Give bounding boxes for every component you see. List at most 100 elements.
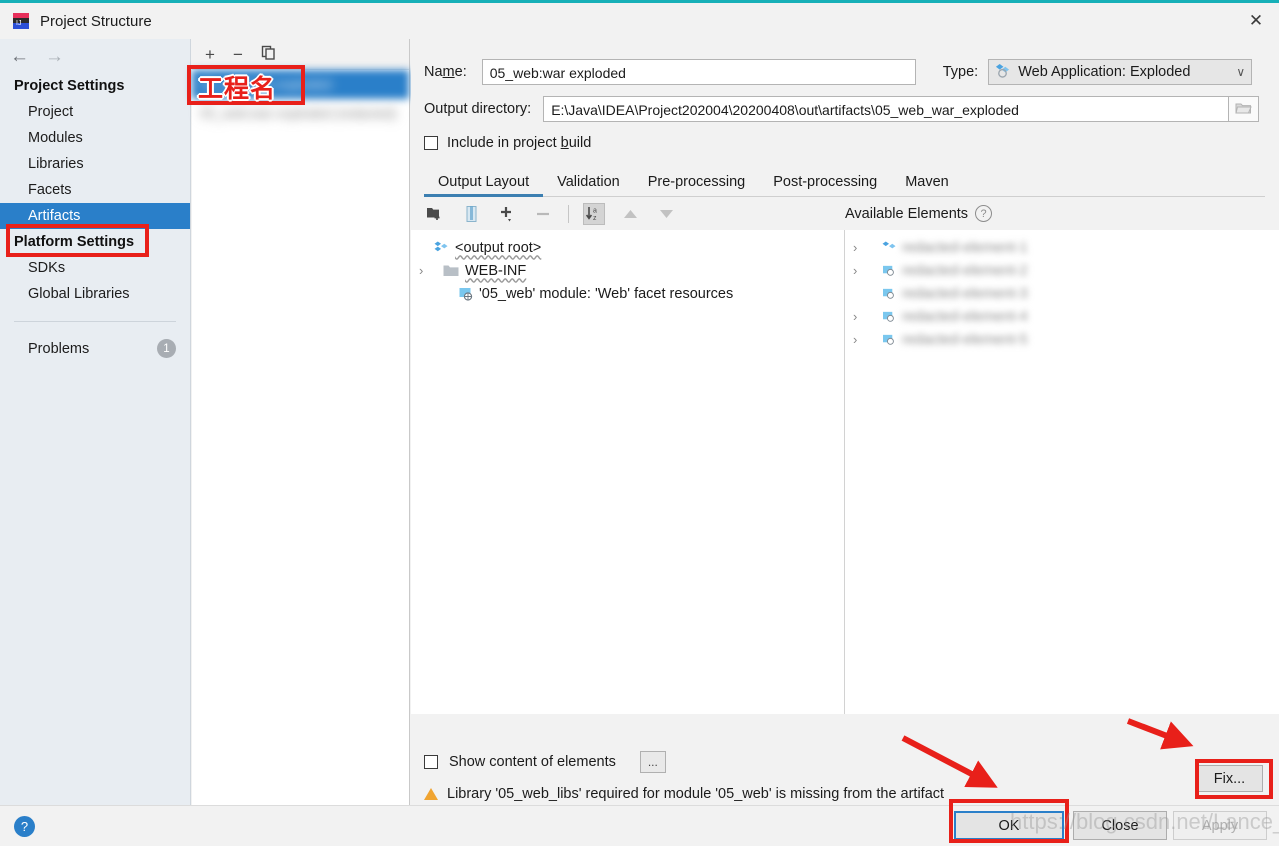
- list-item[interactable]: 05_web:war exploded: [192, 70, 409, 99]
- close-button[interactable]: Close: [1073, 811, 1167, 840]
- tree-label-redacted: redacted-element-3: [902, 285, 1028, 302]
- sidebar-item-problems[interactable]: Problems 1: [0, 334, 190, 363]
- sidebar-item-label: Project: [28, 104, 74, 120]
- tree-label-redacted: redacted-element-2: [902, 262, 1028, 279]
- tab-pre-processing[interactable]: Pre-processing: [634, 174, 760, 196]
- sidebar-item-facets[interactable]: Facets: [0, 177, 190, 203]
- tree-label-redacted: redacted-element-1: [902, 239, 1028, 256]
- svg-text:a: a: [593, 208, 597, 215]
- artifact-type-dropdown[interactable]: Web Application: Exploded ∨: [988, 59, 1253, 85]
- tree-row[interactable]: '05_web' module: 'Web' facet resources: [411, 282, 844, 305]
- forward-arrow-icon[interactable]: →: [45, 47, 64, 66]
- tree-row[interactable]: › redacted-element-1: [845, 236, 1279, 259]
- toolbar-separator: [568, 204, 569, 223]
- remove-element-icon: [532, 203, 554, 225]
- tree-label-redacted: redacted-element-4: [902, 308, 1028, 325]
- element-icon: [882, 333, 897, 346]
- sidebar-item-label: Facets: [28, 182, 72, 198]
- help-icon[interactable]: ?: [975, 205, 993, 222]
- create-archive-icon[interactable]: [460, 203, 482, 225]
- layout-tree-area: <output root> › WEB-INF '05_web' module:…: [411, 230, 1279, 714]
- include-in-project-build-row[interactable]: Include in project build: [411, 131, 1279, 155]
- output-layout-toolbar: a z Available Elements ?: [411, 197, 1279, 230]
- move-up-icon: [619, 203, 641, 225]
- available-elements-label: Available Elements: [845, 205, 969, 222]
- tab-post-processing[interactable]: Post-processing: [759, 174, 891, 196]
- browse-folder-button[interactable]: [1229, 96, 1260, 122]
- sidebar-item-label: Artifacts: [28, 208, 81, 224]
- copy-artifact-button[interactable]: [261, 45, 276, 63]
- tree-twisty-expand[interactable]: ›: [853, 240, 868, 255]
- remove-artifact-button[interactable]: −: [233, 46, 243, 63]
- artifact-name-input[interactable]: 05_web:war exploded: [481, 59, 916, 85]
- sidebar-item-artifacts[interactable]: Artifacts: [0, 203, 190, 229]
- ok-button[interactable]: OK: [954, 811, 1064, 840]
- tree-twisty-expand[interactable]: ›: [853, 332, 868, 347]
- sidebar-item-label: SDKs: [28, 260, 66, 276]
- dialog-footer: ? OK Close Apply: [0, 805, 1279, 846]
- sidebar-item-modules[interactable]: Modules: [0, 125, 190, 151]
- include-in-project-build-label: Include in project build: [447, 135, 592, 151]
- output-root-icon: [434, 241, 449, 254]
- tree-twisty-expand[interactable]: ›: [853, 263, 868, 278]
- tree-row[interactable]: <output root>: [411, 236, 844, 259]
- element-icon: [882, 287, 897, 300]
- show-content-row[interactable]: Show content of elements ...: [424, 745, 1279, 779]
- tree-twisty-expand[interactable]: ›: [419, 263, 434, 278]
- tree-row[interactable]: › WEB-INF: [411, 259, 844, 282]
- tab-maven[interactable]: Maven: [891, 174, 963, 196]
- apply-button: Apply: [1173, 811, 1267, 840]
- sidebar-item-label: Problems: [28, 340, 90, 357]
- artifacts-list-toolbar: + −: [192, 39, 409, 70]
- sidebar-item-global-libraries[interactable]: Global Libraries: [0, 281, 190, 307]
- tab-output-layout[interactable]: Output Layout: [424, 174, 544, 197]
- tree-row[interactable]: redacted-element-3: [845, 282, 1279, 305]
- detail-tabs: Output Layout Validation Pre-processing …: [424, 165, 1265, 197]
- show-content-of-elements-checkbox[interactable]: [424, 755, 438, 769]
- close-window-button[interactable]: ✕: [1233, 3, 1279, 39]
- move-down-icon: [655, 203, 677, 225]
- facet-resources-icon: [459, 287, 475, 301]
- available-elements-tree[interactable]: › redacted-element-1 › redacted-element-…: [845, 230, 1279, 714]
- artifact-name-redacted: 05_web:war exploded: [200, 77, 332, 92]
- add-element-icon[interactable]: [496, 203, 518, 225]
- artifact-icon: [995, 63, 1010, 82]
- element-icon: [882, 264, 897, 277]
- svg-text:IJ: IJ: [16, 20, 21, 27]
- sidebar-item-label: Global Libraries: [28, 286, 130, 302]
- sidebar-item-label: Modules: [28, 130, 83, 146]
- project-structure-dialog: IJ Project Structure ✕ ← → Project Setti…: [0, 0, 1279, 846]
- window-title: Project Structure: [40, 12, 152, 30]
- output-directory-input[interactable]: E:\Java\IDEA\Project202004\20200408\out\…: [543, 96, 1230, 122]
- sidebar-item-libraries[interactable]: Libraries: [0, 151, 190, 177]
- chevron-down-icon: ∨: [1236, 65, 1246, 79]
- tree-row[interactable]: › redacted-element-4: [845, 305, 1279, 328]
- tree-label: WEB-INF: [465, 262, 527, 279]
- sidebar-item-project[interactable]: Project: [0, 99, 190, 125]
- name-field-label: Name:: [424, 64, 467, 80]
- element-icon: [882, 241, 897, 254]
- help-button[interactable]: ?: [14, 816, 35, 837]
- list-item[interactable]: 05_web:war exploded (redacted): [192, 99, 409, 128]
- intellij-idea-icon: IJ: [12, 12, 30, 30]
- output-directory-label: Output directory:: [424, 101, 532, 117]
- include-in-project-build-checkbox[interactable]: [424, 136, 438, 150]
- section-heading-project-settings: Project Settings: [14, 78, 125, 94]
- tab-validation[interactable]: Validation: [543, 174, 634, 196]
- artifact-type-value: Web Application: Exploded: [1018, 64, 1191, 80]
- sidebar-item-sdks[interactable]: SDKs: [0, 255, 190, 281]
- create-directory-icon[interactable]: [424, 203, 446, 225]
- tree-row[interactable]: › redacted-element-5: [845, 328, 1279, 351]
- tree-twisty-expand[interactable]: ›: [853, 309, 868, 324]
- add-artifact-button[interactable]: +: [205, 46, 215, 63]
- warning-icon: [424, 788, 438, 800]
- artifact-detail-pane: Name: 05_web:war exploded Type: Web Appl…: [411, 39, 1279, 809]
- tree-row[interactable]: › redacted-element-2: [845, 259, 1279, 282]
- fix-button[interactable]: Fix...: [1196, 765, 1263, 792]
- sort-by-name-icon[interactable]: a z: [583, 202, 605, 225]
- more-options-button[interactable]: ...: [639, 751, 666, 773]
- back-arrow-icon[interactable]: ←: [10, 47, 29, 66]
- warning-message: Library '05_web_libs' required for modul…: [447, 786, 945, 802]
- output-layout-tree[interactable]: <output root> › WEB-INF '05_web' module:…: [411, 230, 845, 714]
- name-type-row: Name: 05_web:war exploded Type: Web Appl…: [411, 55, 1279, 89]
